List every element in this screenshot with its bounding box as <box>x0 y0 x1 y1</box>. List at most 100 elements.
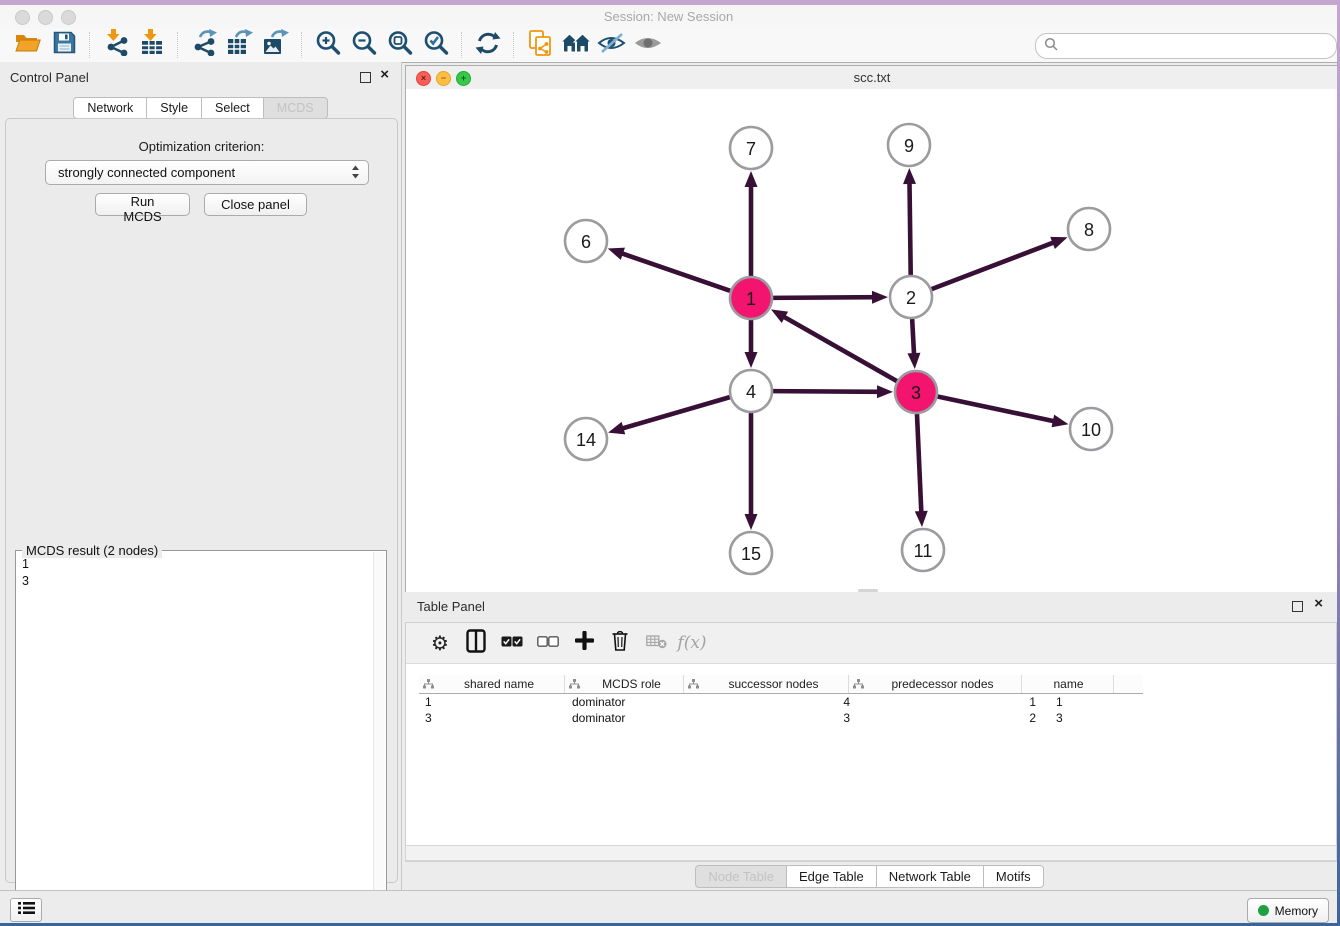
import-table-button[interactable] <box>134 30 170 60</box>
edge-label <box>828 390 840 393</box>
edge-label <box>825 296 837 299</box>
column-header-successor-nodes[interactable]: successor nodes <box>684 675 849 693</box>
zoom-fit-button[interactable] <box>382 30 418 60</box>
graph-edge-3-1[interactable] <box>783 316 897 381</box>
delete-row-button[interactable] <box>602 627 638 659</box>
tab-select[interactable]: Select <box>201 97 264 119</box>
mcds-result-box: MCDS result (2 nodes) 1 3 <box>15 550 387 923</box>
close-table-panel-icon[interactable]: × <box>1314 596 1323 611</box>
table-row[interactable]: 1dominator411 <box>419 694 1143 710</box>
refresh-layout-button[interactable] <box>470 30 506 60</box>
float-panel-icon[interactable] <box>360 72 371 83</box>
copy-network-button[interactable] <box>522 30 558 60</box>
graph-node-label: 7 <box>746 139 756 159</box>
column-header-name[interactable]: name <box>1022 675 1114 693</box>
node-table-area: ⚙ f(x) shared nameMCDS role successor nod… <box>405 622 1337 862</box>
export-table-button[interactable] <box>222 30 258 60</box>
memory-button[interactable]: Memory <box>1247 898 1329 923</box>
export-image-button[interactable] <box>258 30 294 60</box>
function-builder-button[interactable]: f(x) <box>674 627 710 659</box>
tree-sort-icon <box>423 679 434 689</box>
tab-mcds[interactable]: MCDS <box>263 97 328 119</box>
graph-edge-2-8[interactable] <box>932 242 1055 289</box>
open-session-button[interactable] <box>10 30 46 60</box>
column-header-shared-name[interactable]: shared name <box>419 675 565 693</box>
edge-arrowhead <box>745 171 758 187</box>
eye-icon <box>633 32 663 59</box>
table-row[interactable]: 3dominator323 <box>419 710 1143 726</box>
table-tabs: Node TableEdge TableNetwork TableMotifs <box>402 865 1337 888</box>
export-image-icon <box>262 29 290 61</box>
close-panel-icon[interactable]: × <box>380 67 389 82</box>
save-session-button[interactable] <box>46 30 82 60</box>
zoom-out-icon <box>350 29 378 62</box>
edge-arrowhead <box>745 352 758 368</box>
application-window: Session: New Session <box>0 5 1337 923</box>
graph-edge-3-10[interactable] <box>938 397 1055 422</box>
table-toolbar: ⚙ f(x) <box>406 623 1336 664</box>
memory-label: Memory <box>1275 904 1318 918</box>
deselect-all-button[interactable] <box>530 627 566 659</box>
graph-node-label: 8 <box>1084 220 1094 240</box>
show-all-networks-button[interactable] <box>558 30 594 60</box>
zoom-out-button[interactable] <box>346 30 382 60</box>
graph-node-label: 2 <box>906 288 916 308</box>
network-canvas[interactable]: 7968124314101511 <box>406 89 1337 593</box>
tab-node-table[interactable]: Node Table <box>695 865 787 888</box>
criterion-dropdown[interactable]: strongly connected component <box>45 160 369 185</box>
list-icon <box>18 901 35 920</box>
tab-motifs[interactable]: Motifs <box>983 865 1044 888</box>
result-scrollbar[interactable] <box>373 552 385 923</box>
import-network-button[interactable] <box>98 30 134 60</box>
tab-edge-table[interactable]: Edge Table <box>786 865 877 888</box>
table-header-row: shared nameMCDS role successor nodesprede… <box>419 675 1143 694</box>
column-header-MCDS-role[interactable]: MCDS role <box>565 675 684 693</box>
add-row-button[interactable] <box>566 627 602 659</box>
edge-arrowhead <box>745 514 758 530</box>
search-input[interactable] <box>1063 38 1336 54</box>
import-network-icon <box>103 29 129 61</box>
app-titlebar: Session: New Session <box>0 5 1337 29</box>
table-horizontal-scrollbar[interactable] <box>405 845 1337 861</box>
network-graph: 7968124314101511 <box>406 89 1336 592</box>
toolbar-separator <box>89 32 91 58</box>
zoom-in-button[interactable] <box>310 30 346 60</box>
tab-style[interactable]: Style <box>146 97 202 119</box>
mcds-result-list[interactable]: 1 3 <box>22 556 370 920</box>
delete-table-button[interactable] <box>638 627 674 659</box>
graph-edge-1-6[interactable] <box>621 253 730 291</box>
column-header-predecessor-nodes[interactable]: predecessor nodes <box>849 675 1022 693</box>
hide-selected-button[interactable] <box>594 30 630 60</box>
graph-edge-2-9[interactable] <box>909 182 910 275</box>
show-hidden-button[interactable] <box>630 30 666 60</box>
graph-edge-4-14[interactable] <box>622 397 730 429</box>
toolbar-separator <box>177 32 179 58</box>
close-panel-button[interactable]: Close panel <box>204 193 307 216</box>
tab-network-table[interactable]: Network Table <box>876 865 984 888</box>
graph-node-label: 14 <box>576 430 596 450</box>
show-columns-button[interactable] <box>458 627 494 659</box>
columns-icon <box>466 629 486 658</box>
column-label: successor nodes <box>701 677 846 691</box>
control-panel-tabs: NetworkStyleSelectMCDS <box>0 97 401 119</box>
edge-arrowhead <box>907 353 920 369</box>
tab-network[interactable]: Network <box>73 97 147 119</box>
select-all-button[interactable] <box>494 627 530 659</box>
graph-edge-1-2[interactable] <box>773 297 874 298</box>
zoom-selected-icon <box>422 29 450 62</box>
table-body: 1dominator4113dominator323 <box>419 694 1143 726</box>
graph-edge-4-3[interactable] <box>773 391 879 392</box>
homes-icon <box>560 31 592 59</box>
export-network-button[interactable] <box>186 30 222 60</box>
task-history-button[interactable] <box>10 898 42 922</box>
function-icon: f(x) <box>677 633 706 653</box>
float-table-panel-icon[interactable] <box>1292 601 1303 612</box>
network-window-titlebar[interactable]: × − + scc.txt <box>406 66 1337 90</box>
graph-edge-2-3[interactable] <box>912 319 914 355</box>
run-mcds-button[interactable]: Run MCDS <box>95 193 190 216</box>
table-settings-button[interactable]: ⚙ <box>422 627 458 659</box>
graph-edge-3-11[interactable] <box>917 414 921 513</box>
zoom-selected-button[interactable] <box>418 30 454 60</box>
search-box[interactable] <box>1035 33 1337 59</box>
cell-shared-name: 3 <box>419 710 566 726</box>
